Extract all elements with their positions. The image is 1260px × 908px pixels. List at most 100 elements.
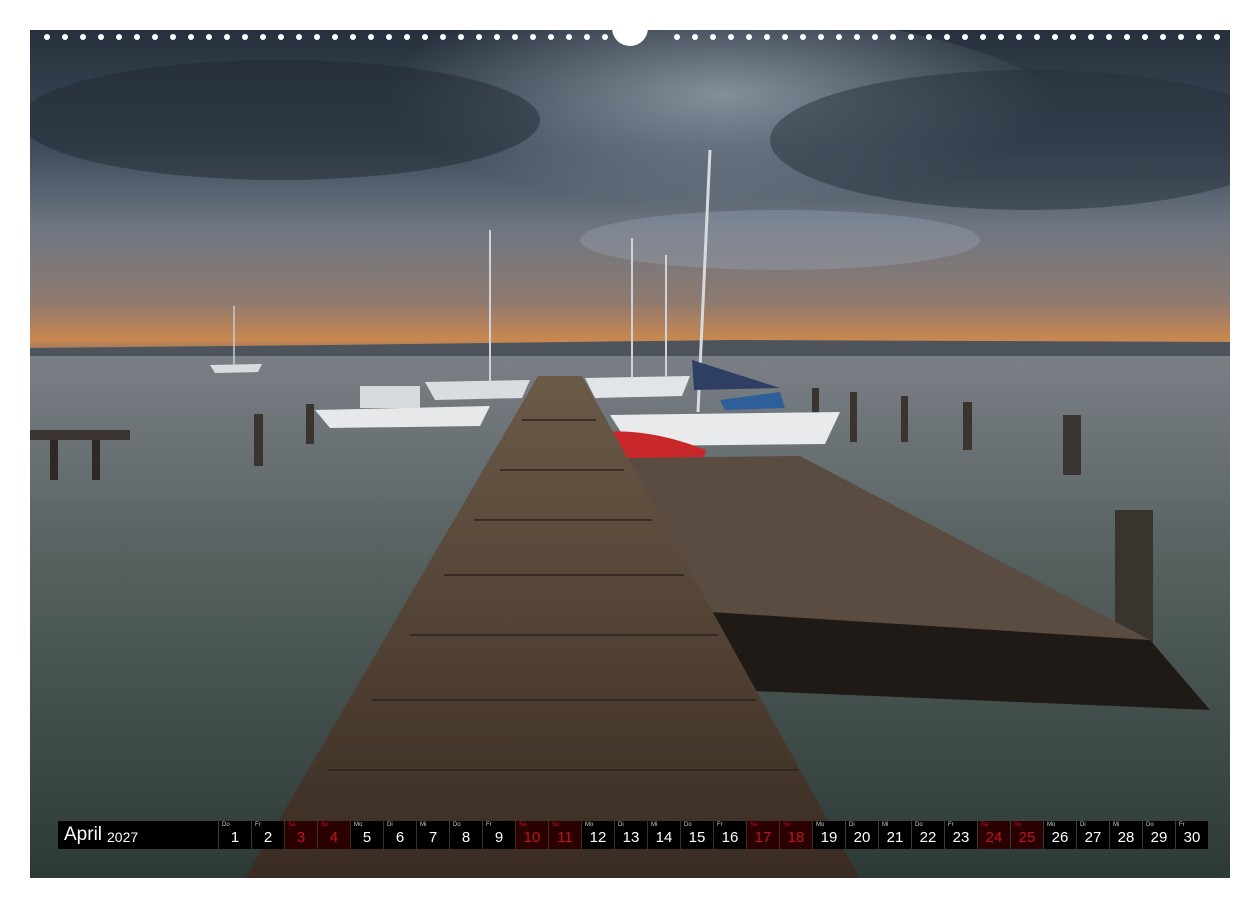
day-cell: Fr 16 <box>714 821 746 849</box>
day-cell: Fr 23 <box>945 821 977 849</box>
day-cell: Di 13 <box>615 821 647 849</box>
day-number: 22 <box>919 829 937 846</box>
binding-hole <box>1214 34 1220 40</box>
binding-hole <box>1088 34 1094 40</box>
day-number: 3 <box>296 829 306 846</box>
weekday-abbrev: Mo <box>585 822 594 828</box>
binding-hole <box>134 34 140 40</box>
day-number: 29 <box>1150 829 1168 846</box>
binding-hole <box>242 34 248 40</box>
day-cell: Mi 21 <box>879 821 911 849</box>
binding-hole <box>530 34 536 40</box>
binding-hole <box>1142 34 1148 40</box>
binding-hole <box>872 34 878 40</box>
weekday-abbrev: Sa <box>519 822 527 828</box>
calendar-strip: April 2027 Do 1 Fr 2 Sa 3 So 4 Mo 5 Di 6 Mi 7 Do 8 Fr 9 Sa… <box>58 821 1208 849</box>
binding-hole <box>1106 34 1112 40</box>
weekday-abbrev: Mi <box>420 822 427 828</box>
day-number: 14 <box>655 829 673 846</box>
weekday-abbrev: Fr <box>255 822 261 828</box>
binding-hole <box>602 34 608 40</box>
weekday-abbrev: Mo <box>816 822 825 828</box>
binding-hole <box>62 34 68 40</box>
binding-hole <box>278 34 284 40</box>
binding-hole <box>1052 34 1058 40</box>
weekday-abbrev: Fr <box>717 822 723 828</box>
binding-hole <box>368 34 374 40</box>
binding-hole <box>746 34 752 40</box>
binding-hole <box>1016 34 1022 40</box>
weekday-abbrev: Mi <box>651 822 658 828</box>
day-number: 16 <box>721 829 739 846</box>
weekday-abbrev: Mo <box>1047 822 1056 828</box>
day-cell: Do 8 <box>450 821 482 849</box>
weekday-abbrev: Di <box>849 822 855 828</box>
day-cell: Do 15 <box>681 821 713 849</box>
binding-hole <box>566 34 572 40</box>
day-cell: Fr 2 <box>252 821 284 849</box>
wire-binding <box>30 26 1230 46</box>
weekday-abbrev: Fr <box>948 822 954 828</box>
day-cell: Sa 10 <box>516 821 548 849</box>
day-cell: Di 27 <box>1077 821 1109 849</box>
binding-hole <box>476 34 482 40</box>
day-number: 11 <box>557 829 573 846</box>
day-number: 9 <box>494 829 504 846</box>
day-cell: Mi 28 <box>1110 821 1142 849</box>
day-cell: So 25 <box>1011 821 1043 849</box>
small-dock <box>30 430 130 440</box>
binding-hole <box>674 34 680 40</box>
binding-hole <box>332 34 338 40</box>
weekday-abbrev: Di <box>618 822 624 828</box>
calendar-photo <box>30 30 1230 878</box>
day-number: 25 <box>1018 829 1036 846</box>
binding-hole <box>836 34 842 40</box>
day-cell: Do 1 <box>219 821 251 849</box>
day-number: 13 <box>622 829 640 846</box>
weekday-abbrev: Di <box>1080 822 1086 828</box>
day-number: 30 <box>1183 829 1201 846</box>
binding-hole <box>440 34 446 40</box>
day-number: 18 <box>787 829 805 846</box>
binding-hole <box>1160 34 1166 40</box>
weekday-abbrev: Mi <box>1113 822 1120 828</box>
weekday-abbrev: Sa <box>288 822 296 828</box>
day-number: 8 <box>461 829 471 846</box>
day-number: 6 <box>395 829 405 846</box>
day-cell: So 11 <box>549 821 581 849</box>
weekday-abbrev: Di <box>387 822 393 828</box>
weekday-abbrev: Do <box>1146 822 1154 828</box>
binding-hole <box>800 34 806 40</box>
day-number: 17 <box>754 829 772 846</box>
binding-hole <box>980 34 986 40</box>
binding-hole <box>44 34 50 40</box>
weekday-abbrev: Mo <box>354 822 363 828</box>
day-cell: Fr 30 <box>1176 821 1208 849</box>
day-cell: Mo 19 <box>813 821 845 849</box>
weekday-abbrev: So <box>1014 822 1022 828</box>
binding-hole <box>962 34 968 40</box>
day-cell: Do 22 <box>912 821 944 849</box>
binding-hole <box>764 34 770 40</box>
weekday-abbrev: Do <box>915 822 923 828</box>
binding-hole <box>224 34 230 40</box>
binding-hole <box>584 34 590 40</box>
weekday-abbrev: So <box>321 822 329 828</box>
binding-hole <box>818 34 824 40</box>
day-cell: Di 20 <box>846 821 878 849</box>
binding-hole <box>1178 34 1184 40</box>
day-cell: Fr 9 <box>483 821 515 849</box>
binding-hole <box>116 34 122 40</box>
day-cell: Mo 26 <box>1044 821 1076 849</box>
day-number: 19 <box>820 829 838 846</box>
binding-hole <box>80 34 86 40</box>
day-cell: Di 6 <box>384 821 416 849</box>
weekday-abbrev: Mi <box>882 822 889 828</box>
binding-hole <box>548 34 554 40</box>
day-number: 28 <box>1117 829 1135 846</box>
day-number: 27 <box>1084 829 1102 846</box>
day-cell: So 18 <box>780 821 812 849</box>
binding-hole <box>170 34 176 40</box>
binding-hole <box>296 34 302 40</box>
weekday-abbrev: So <box>552 822 560 828</box>
